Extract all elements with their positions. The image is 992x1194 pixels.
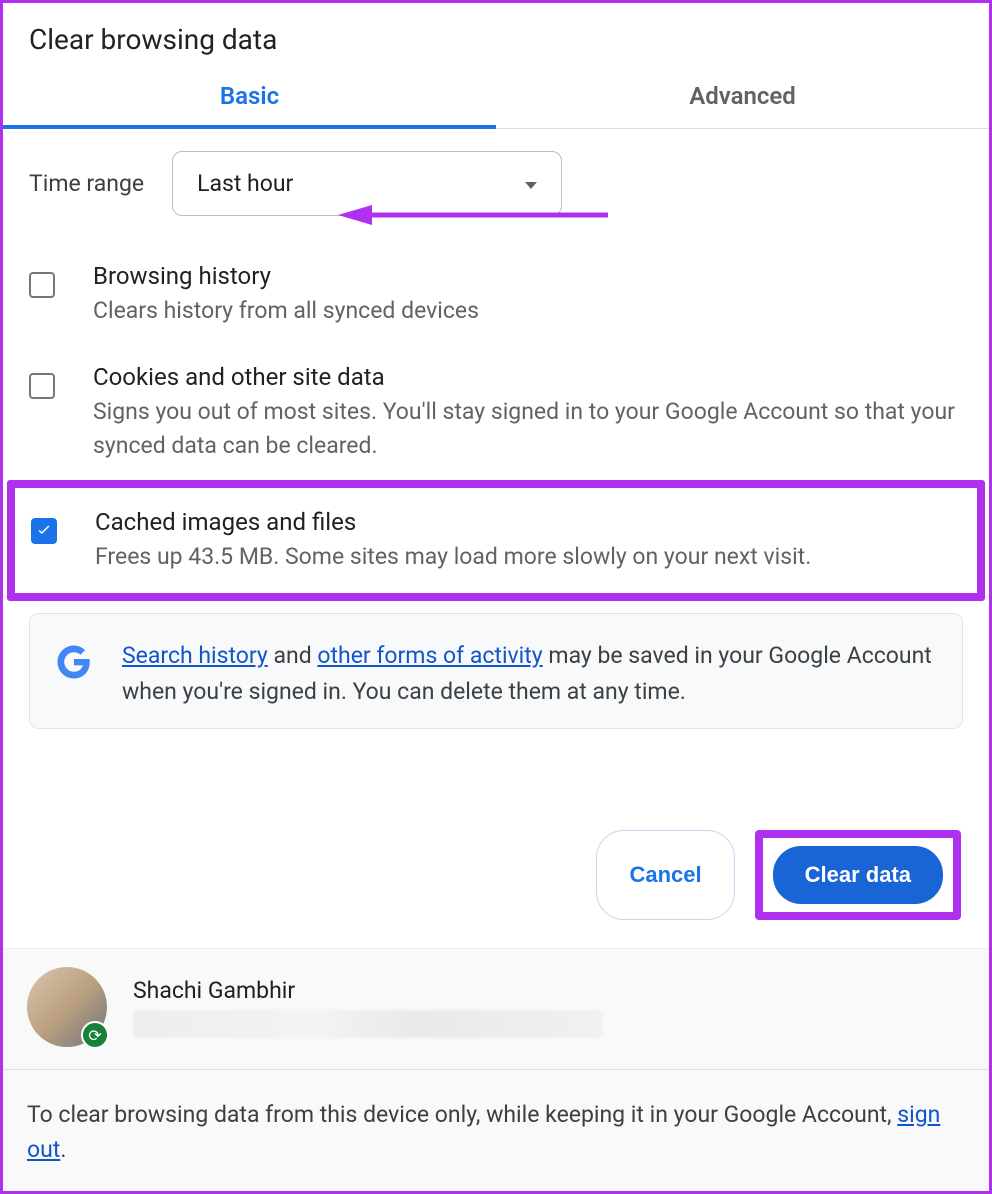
tab-basic[interactable]: Basic: [3, 66, 496, 128]
chevron-down-icon: [525, 182, 537, 189]
option-desc: Signs you out of most sites. You'll stay…: [93, 395, 963, 462]
time-range-select[interactable]: Last hour: [172, 151, 562, 216]
time-range-row: Time range Last hour: [29, 151, 963, 216]
dialog-title: Clear browsing data: [3, 3, 989, 66]
checkbox-cookies[interactable]: [29, 373, 55, 399]
user-name: Shachi Gambhir: [133, 977, 603, 1004]
sync-icon: ⟳: [81, 1021, 109, 1049]
clear-browsing-data-dialog: Clear browsing data Basic Advanced Time …: [0, 0, 992, 1194]
checkbox-cached[interactable]: [31, 518, 57, 544]
user-info: Shachi Gambhir: [133, 977, 603, 1038]
avatar: ⟳: [27, 967, 107, 1047]
dialog-footer: ⟳ Shachi Gambhir To clear browsing data …: [3, 948, 989, 1191]
option-text: Cached images and files Frees up 43.5 MB…: [95, 508, 811, 573]
annotation-highlight-clear: Clear data: [755, 830, 961, 920]
user-email-redacted: [133, 1010, 603, 1038]
divider: [3, 1069, 989, 1070]
tab-advanced[interactable]: Advanced: [496, 66, 989, 128]
option-browsing-history[interactable]: Browsing history Clears history from all…: [29, 244, 963, 345]
option-title: Cookies and other site data: [93, 363, 963, 391]
google-g-icon: [56, 644, 92, 680]
option-desc: Frees up 43.5 MB. Some sites may load mo…: [95, 540, 811, 573]
checkbox-browsing-history[interactable]: [29, 272, 55, 298]
option-cached[interactable]: Cached images and files Frees up 43.5 MB…: [31, 498, 961, 583]
search-history-link[interactable]: Search history: [122, 642, 268, 669]
time-range-value: Last hour: [197, 170, 293, 197]
tabs: Basic Advanced: [3, 66, 989, 129]
clear-data-button[interactable]: Clear data: [773, 846, 943, 904]
option-text: Browsing history Clears history from all…: [93, 262, 479, 327]
user-row: ⟳ Shachi Gambhir: [27, 967, 965, 1047]
google-account-infobox: Search history and other forms of activi…: [29, 613, 963, 728]
dialog-actions: Cancel Clear data: [3, 799, 989, 948]
infobox-text: Search history and other forms of activi…: [122, 638, 936, 709]
time-range-label: Time range: [29, 170, 144, 197]
option-desc: Clears history from all synced devices: [93, 294, 479, 327]
option-title: Cached images and files: [95, 508, 811, 536]
other-activity-link[interactable]: other forms of activity: [317, 642, 542, 669]
cancel-button[interactable]: Cancel: [596, 830, 734, 920]
annotation-highlight-cached: Cached images and files Frees up 43.5 MB…: [7, 480, 985, 601]
dialog-content: Time range Last hour Browsing history Cl…: [3, 129, 989, 799]
option-cookies[interactable]: Cookies and other site data Signs you ou…: [29, 345, 963, 480]
option-title: Browsing history: [93, 262, 479, 290]
footer-text: To clear browsing data from this device …: [27, 1098, 965, 1167]
option-text: Cookies and other site data Signs you ou…: [93, 363, 963, 462]
